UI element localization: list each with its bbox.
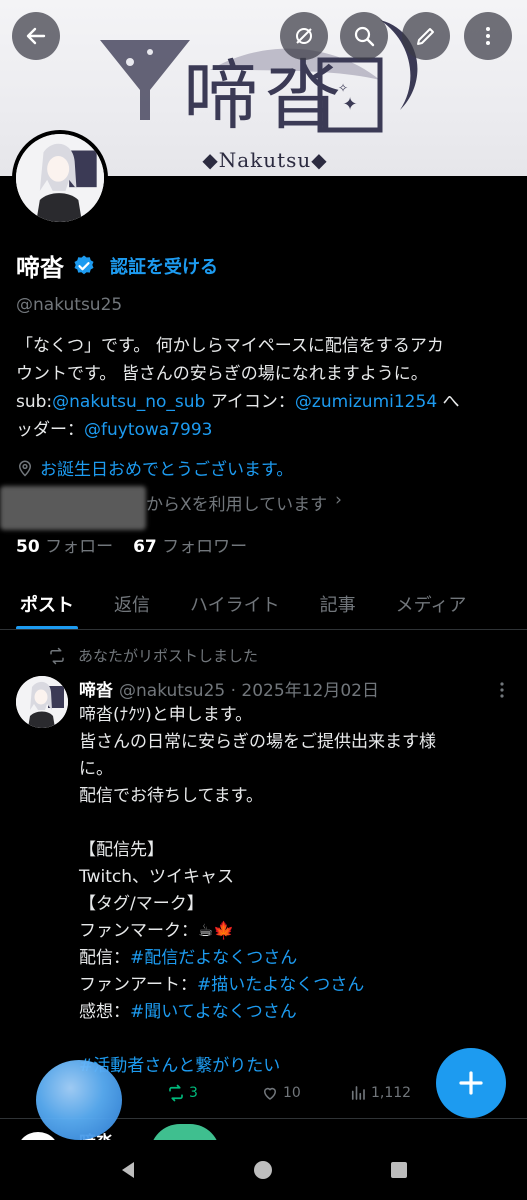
post-body: 啼沓(ﾅｸﾂ)と申します。 皆さんの日常に安らぎの場をご提供出来ます様 に。 配… [79, 702, 519, 1080]
mute-icon [296, 28, 312, 44]
square-recents-icon [391, 1162, 408, 1178]
view-count: 1,112 [371, 1085, 412, 1101]
post-author-name[interactable]: 啼沓 [79, 676, 113, 701]
follow-stats: 50 フォロー 67 フォロワー [16, 532, 247, 557]
bio-text: へ [437, 392, 460, 412]
display-name: 啼沓 [16, 254, 64, 282]
profile-avatar[interactable] [12, 130, 108, 226]
followers-label: フォロワー [162, 537, 248, 557]
redacted-join-date [0, 486, 146, 530]
banner-logo: 啼沓 [183, 51, 347, 140]
following-link[interactable]: 50 フォロー [16, 532, 113, 557]
search-button[interactable] [340, 12, 388, 60]
bio-line: 「なくつ」です。 何かしらマイペースに配信をするアカ [16, 336, 444, 356]
following-label: フォロー [45, 537, 114, 557]
post-text: ファンアート： [79, 975, 197, 995]
post-header: 啼沓 @nakutsu25 · 2025年12月02日 [79, 676, 379, 701]
post-author-meta: @nakutsu25 · 2025年12月02日 [119, 681, 379, 701]
birthday-row[interactable]: お誕生日おめでとうございます。 [16, 455, 293, 480]
bio-line: sub:@nakutsu_no_sub アイコン：@zumizumi1254 へ [16, 388, 516, 416]
post-line: ファンアート：#描いたよなくつさん [79, 972, 519, 999]
repost-label: あなたがリポストしました [78, 647, 259, 665]
birthday-text: お誕生日おめでとうございます。 [40, 460, 294, 480]
post-line: 配信でお待ちしてます。 [79, 786, 263, 806]
bio-line: ウントです。 皆さんの安らぎの場になれますように。 [16, 364, 428, 384]
joined-text: からXを利用しています [146, 495, 328, 515]
bio-text: sub: [16, 392, 53, 412]
post-line: ファンマーク：☕🍁 [79, 921, 235, 941]
repost-icon [169, 1084, 183, 1102]
location-pin-icon [18, 460, 32, 477]
post-line: に。 [79, 759, 113, 779]
back-icon [26, 27, 46, 45]
heart-icon [263, 1087, 277, 1100]
nav-back-button[interactable] [108, 1150, 148, 1190]
repost-count: 3 [189, 1085, 198, 1101]
joined-row[interactable]: からXを利用しています › [146, 490, 342, 515]
repost-indicator: あなたがリポストしました [48, 645, 258, 666]
post-line [79, 810, 519, 837]
tab-posts[interactable]: ポスト [0, 578, 94, 629]
edit-icon [417, 28, 434, 45]
triangle-back-icon [121, 1162, 134, 1178]
system-nav-bar [0, 1140, 527, 1200]
plus-icon [459, 1071, 483, 1095]
followers-link[interactable]: 67 フォロワー [133, 532, 247, 557]
more-vertical-icon [486, 27, 490, 45]
followers-count: 67 [133, 537, 157, 557]
post-text: 配信： [79, 948, 130, 968]
like-action[interactable]: 10 [261, 1084, 301, 1102]
nav-home-button[interactable] [243, 1150, 283, 1190]
like-count: 10 [283, 1085, 301, 1101]
bio-line: ッダー：@fuytowa7993 [16, 416, 516, 444]
chevron-right-icon: › [335, 490, 342, 510]
post-line: 【タグ/マーク】 [79, 894, 204, 914]
mute-button[interactable] [280, 12, 328, 60]
tab-highlights[interactable]: ハイライト [170, 578, 300, 629]
back-button[interactable] [12, 12, 60, 60]
hashtag-link[interactable]: #聞いてよなくつさん [130, 1002, 297, 1022]
avatar-illustration [16, 134, 104, 222]
hashtag-link[interactable]: #描いたよなくつさん [197, 975, 364, 995]
mention-link[interactable]: @fuytowa7993 [84, 420, 212, 440]
post-line: 感想：#聞いてよなくつさん [79, 999, 519, 1026]
nav-recents-button[interactable] [379, 1150, 419, 1190]
bio-text: ッダー： [16, 420, 84, 440]
compose-button[interactable] [436, 1048, 506, 1118]
post-more-icon[interactable] [495, 680, 509, 700]
floating-bubble-overlay[interactable] [36, 1060, 122, 1140]
profile-name-row: 啼沓 認証を受ける [16, 248, 218, 283]
repost-icon [50, 647, 64, 664]
more-button[interactable] [464, 12, 512, 60]
post-line: Twitch、ツイキャス [79, 867, 234, 887]
post-author-avatar[interactable] [16, 676, 68, 728]
mention-link[interactable]: @nakutsu_no_sub [52, 392, 205, 412]
mention-link[interactable]: @zumizumi1254 [295, 392, 437, 412]
views-action[interactable]: 1,112 [349, 1084, 411, 1102]
repost-action[interactable]: 3 [167, 1084, 198, 1102]
hashtag-link[interactable]: #配信だよなくつさん [130, 948, 297, 968]
tab-articles[interactable]: 記事 [300, 578, 376, 629]
profile-handle: @nakutsu25 [16, 295, 123, 315]
banner-subtitle: ◆Nakutsu◆ [202, 148, 328, 172]
search-icon [354, 26, 375, 47]
verified-badge-icon [74, 255, 94, 274]
tab-media[interactable]: メディア [376, 578, 487, 629]
bio-text: アイコン： [205, 392, 295, 412]
edit-button[interactable] [402, 12, 450, 60]
avatar-illustration [16, 676, 68, 728]
tab-replies[interactable]: 返信 [94, 578, 170, 629]
following-count: 50 [16, 537, 40, 557]
post-line: 皆さんの日常に安らぎの場をご提供出来ます様 [79, 732, 436, 752]
circle-home-icon [254, 1161, 273, 1179]
post-line [79, 1026, 519, 1053]
views-chart-icon [351, 1086, 365, 1100]
profile-tabs: ポスト 返信 ハイライト 記事 メディア [0, 578, 527, 630]
post-line: 啼沓(ﾅｸﾂ)と申します。 [79, 705, 253, 725]
post-line: 配信：#配信だよなくつさん [79, 945, 519, 972]
profile-bio: 「なくつ」です。 何かしらマイペースに配信をするアカ ウントです。 皆さんの安ら… [16, 332, 516, 444]
post-line: 【配信先】 [79, 840, 164, 860]
post-text: 感想： [79, 1002, 130, 1022]
get-verified-link[interactable]: 認証を受ける [110, 253, 218, 279]
